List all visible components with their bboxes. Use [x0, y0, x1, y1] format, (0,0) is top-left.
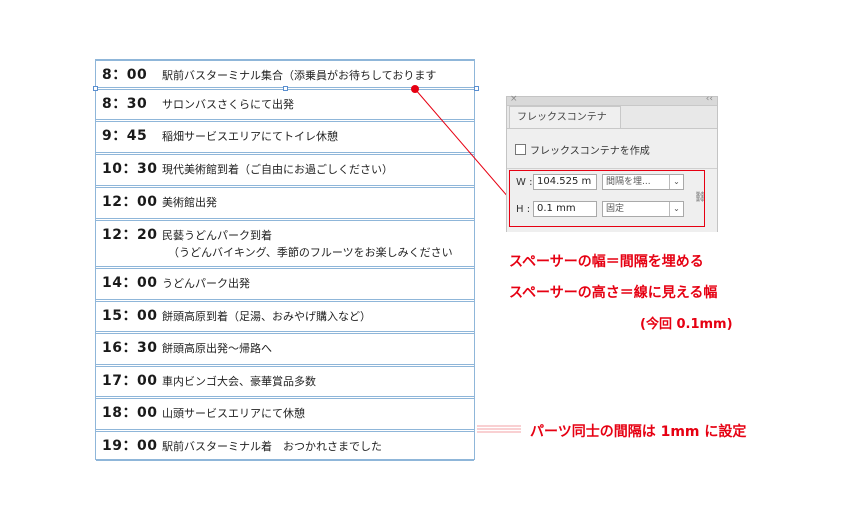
schedule-desc: 美術館出発 [162, 196, 217, 209]
create-flex-label: フレックスコンテナを作成 [530, 146, 650, 157]
schedule-desc: 駅前バスターミナル着 おつかれさまでした [162, 440, 382, 453]
selection-handle[interactable] [283, 86, 288, 91]
schedule-desc: 餅頭高原出発〜帰路へ [162, 342, 272, 355]
schedule-row[interactable]: 15：00 餅頭高原到着（足湯、おみやげ購入など） [96, 301, 474, 332]
schedule-time: 16：30 [102, 340, 158, 356]
schedule-row[interactable]: 16：30 餅頭高原出発〜帰路へ [96, 333, 474, 365]
selection-handle[interactable] [93, 86, 98, 91]
schedule-time: 8：30 [102, 96, 148, 112]
schedule-row[interactable]: 10：30 現代美術館到着（ご自由にお過ごしください） [96, 154, 474, 186]
annotation-height: スペーサーの高さ＝線に見える幅 [509, 285, 718, 301]
annotation-gap: パーツ同士の間隔は 1mm に設定 [530, 424, 747, 440]
annotation-value: (今回 0.1mm) [640, 317, 733, 332]
schedule-time: 14：00 [102, 275, 158, 291]
create-flex-checkbox[interactable] [515, 144, 526, 155]
panel-titlebar: × ‹‹ [507, 94, 717, 106]
schedule-desc: 餅頭高原到着（足湯、おみやげ購入など） [162, 310, 371, 323]
callout-dot [411, 85, 419, 93]
schedule-time: 12：20 [102, 227, 158, 243]
schedule-row[interactable]: 19：00 駅前バスターミナル着 おつかれさまでした [96, 431, 474, 461]
schedule-row[interactable]: 12：00 美術館出発 [96, 187, 474, 219]
schedule-row[interactable]: 17：00 車内ビンゴ大会、豪華賞品多数 [96, 366, 474, 397]
schedule-row[interactable]: 8：30 サロンバスさくらにて出発 [96, 89, 474, 120]
close-icon[interactable]: × [510, 94, 518, 104]
schedule-time: 10：30 [102, 161, 158, 177]
schedule-desc: うどんパーク出発 [162, 277, 250, 290]
schedule-time: 15：00 [102, 308, 158, 324]
schedule-time: 12：00 [102, 194, 158, 210]
schedule-desc: 駅前バスターミナル集合（添乗員がお待ちしております [162, 69, 437, 82]
schedule-desc: 山頭サービスエリアにて休憩 [162, 407, 305, 420]
schedule-desc: 現代美術館到着（ご自由にお過ごしください） [162, 163, 393, 176]
annotation-width: スペーサーの幅＝間隔を埋める [509, 254, 704, 270]
selection-handle[interactable] [474, 86, 479, 91]
schedule-desc: 民藝うどんパーク到着 [162, 229, 272, 242]
schedule-row[interactable]: 18：00 山頭サービスエリアにて休憩 [96, 398, 474, 430]
schedule-row[interactable]: 9：45 稲畑サービスエリアにてトイレ休憩 [96, 121, 474, 153]
schedule-time: 17：00 [102, 373, 158, 389]
tab-flex-container[interactable]: フレックスコンテナ [509, 106, 621, 128]
schedule-desc: 稲畑サービスエリアにてトイレ休憩 [162, 130, 338, 143]
panel-divider [507, 168, 717, 169]
schedule-row[interactable]: 12：20 民藝うどんパーク到着 （うどんバイキング、季節のフルーツをお楽しみくださ… [96, 220, 474, 267]
schedule-desc: サロンバスさくらにて出発 [162, 98, 294, 111]
schedule-time: 19：00 [102, 438, 158, 454]
schedule-desc-secondary: （うどんバイキング、季節のフルーツをお楽しみください [168, 246, 453, 259]
highlight-box [509, 170, 705, 227]
schedule-desc: 車内ビンゴ大会、豪華賞品多数 [162, 375, 316, 388]
schedule-row[interactable]: 8：00 駅前バスターミナル集合（添乗員がお待ちしております [96, 60, 474, 88]
schedule-time: 9：45 [102, 128, 148, 144]
schedule-time: 8：00 [102, 67, 148, 83]
schedule-row[interactable]: 14：00 うどんパーク出発 [96, 268, 474, 300]
collapse-icon[interactable]: ‹‹ [706, 94, 713, 104]
schedule-frame[interactable]: 8：00 駅前バスターミナル集合（添乗員がお待ちしております 8：30 サロンバスさく… [93, 59, 479, 461]
schedule-time: 18：00 [102, 405, 158, 421]
